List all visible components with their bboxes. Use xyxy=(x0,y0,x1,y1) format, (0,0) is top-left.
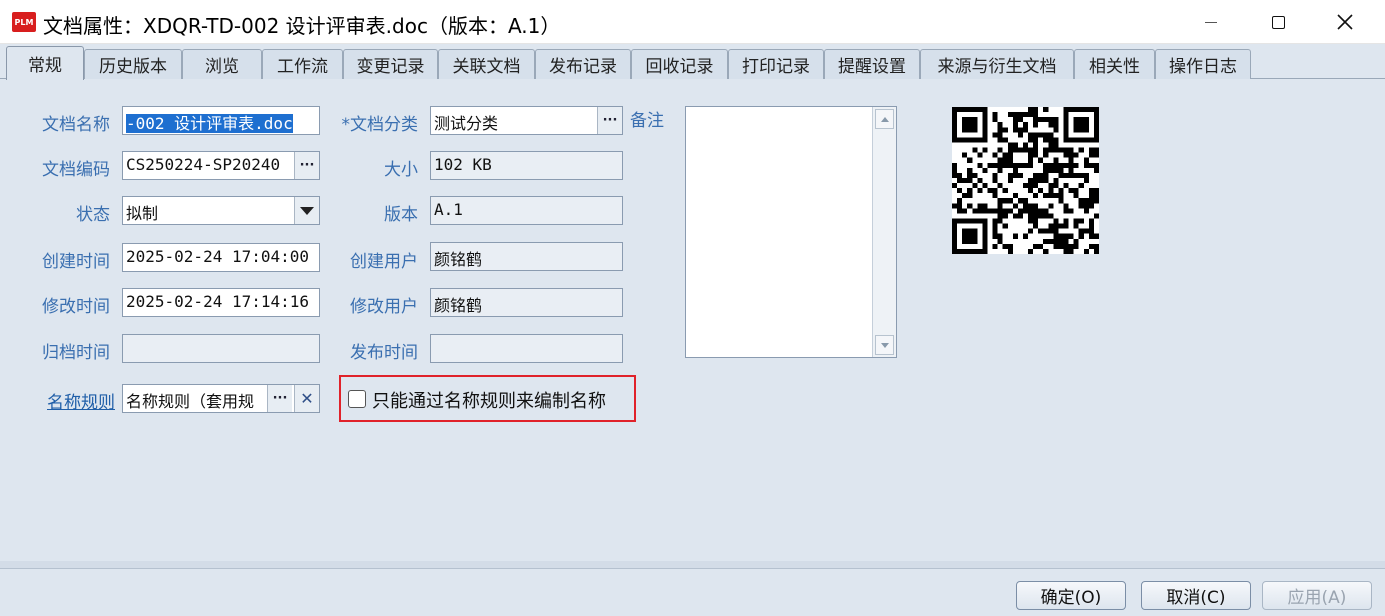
scroll-up-button[interactable] xyxy=(875,109,894,129)
name-rule-value: 名称规则（套用规 xyxy=(126,392,255,411)
modified-time-label: 修改时间 xyxy=(42,297,110,317)
archived-time-input[interactable] xyxy=(122,334,320,363)
remark-scrollbar[interactable] xyxy=(872,107,896,357)
plm-app-icon: PLM xyxy=(12,12,36,32)
tab-workflow[interactable]: 工作流 xyxy=(262,49,343,79)
chevron-down-icon xyxy=(300,206,314,215)
category-label: *文档分类 xyxy=(341,115,419,135)
tab-general[interactable]: 常规 xyxy=(6,46,84,80)
tab-browse[interactable]: 浏览 xyxy=(182,49,262,79)
qr-code xyxy=(952,107,1099,254)
name-rule-only-checkbox-label[interactable]: 只能通过名称规则来编制名称 xyxy=(372,387,606,413)
cancel-button[interactable]: 取消(C) xyxy=(1141,581,1251,610)
archived-time-label: 归档时间 xyxy=(42,343,110,363)
dialog-footer: 确定(O) 取消(C) 应用(A) xyxy=(0,568,1385,616)
apply-button[interactable]: 应用(A) xyxy=(1262,581,1372,610)
minimize-icon xyxy=(1205,21,1217,23)
publish-time-label: 发布时间 xyxy=(350,343,418,363)
tab-relevance[interactable]: 相关性 xyxy=(1074,49,1155,79)
created-time-input[interactable]: 2025-02-24 17:04:00 xyxy=(122,243,320,272)
doc-code-browse-button[interactable]: ··· xyxy=(294,152,319,179)
created-time-label: 创建时间 xyxy=(42,252,110,272)
modified-user-value: 颜铭鹤 xyxy=(434,296,483,315)
category-field[interactable]: 测试分类 ··· xyxy=(430,106,623,135)
created-user-value: 颜铭鹤 xyxy=(434,250,483,269)
size-field: 102 KB xyxy=(430,151,623,180)
name-rule-field[interactable]: 名称规则（套用规 ··· ✕ xyxy=(122,384,320,413)
name-rule-only-checkbox[interactable] xyxy=(348,390,366,408)
tab-recycle-records[interactable]: 回收记录 xyxy=(631,49,728,79)
scroll-down-button[interactable] xyxy=(875,335,894,355)
window-title: 文档属性：XDQR-TD-002 设计评审表.doc（版本：A.1） xyxy=(43,14,561,38)
version-label: 版本 xyxy=(384,205,418,225)
status-label: 状态 xyxy=(76,205,110,225)
size-label: 大小 xyxy=(384,160,418,180)
category-value: 测试分类 xyxy=(434,114,499,133)
modified-user-field: 颜铭鹤 xyxy=(430,288,623,317)
doc-name-value: -002 设计评审表.doc xyxy=(126,114,293,133)
tab-operation-log[interactable]: 操作日志 xyxy=(1155,49,1251,79)
version-field: A.1 xyxy=(430,196,623,225)
version-value: A.1 xyxy=(434,200,463,219)
tab-reminder-settings[interactable]: 提醒设置 xyxy=(824,49,920,79)
ok-button[interactable]: 确定(O) xyxy=(1016,581,1126,610)
doc-code-label: 文档编码 xyxy=(42,160,110,180)
category-browse-button[interactable]: ··· xyxy=(597,107,622,134)
doc-name-label: 文档名称 xyxy=(42,115,110,135)
created-time-value: 2025-02-24 17:04:00 xyxy=(126,247,310,266)
status-dropdown-button[interactable] xyxy=(294,197,319,224)
doc-name-input[interactable]: -002 设计评审表.doc xyxy=(122,106,320,135)
tab-related-docs[interactable]: 关联文档 xyxy=(438,49,535,79)
close-button[interactable] xyxy=(1314,0,1376,44)
arrow-down-icon xyxy=(880,342,889,348)
publish-time-field xyxy=(430,334,623,363)
minimize-button[interactable] xyxy=(1180,0,1242,44)
doc-code-field[interactable]: CS250224-SP20240 ··· xyxy=(122,151,320,180)
remark-textarea[interactable] xyxy=(685,106,897,358)
tab-source-derived-docs[interactable]: 来源与衍生文档 xyxy=(920,49,1074,79)
tab-print-records[interactable]: 打印记录 xyxy=(728,49,824,79)
doc-code-value: CS250224-SP20240 xyxy=(126,155,281,174)
created-user-label: 创建用户 xyxy=(350,252,418,272)
close-icon xyxy=(1337,14,1353,30)
title-bar: PLM 文档属性：XDQR-TD-002 设计评审表.doc（版本：A.1） xyxy=(0,0,1385,44)
maximize-icon xyxy=(1271,15,1285,29)
status-select[interactable]: 拟制 xyxy=(122,196,320,225)
tab-history-versions[interactable]: 历史版本 xyxy=(84,49,182,79)
qr-code-image xyxy=(952,107,1099,254)
status-value: 拟制 xyxy=(126,204,159,223)
size-value: 102 KB xyxy=(434,155,492,174)
created-user-field: 颜铭鹤 xyxy=(430,242,623,271)
name-rule-clear-button[interactable]: ✕ xyxy=(294,385,319,412)
remark-label: 备注 xyxy=(630,111,664,131)
modified-user-label: 修改用户 xyxy=(350,297,418,317)
tab-change-records[interactable]: 变更记录 xyxy=(343,49,438,79)
tab-bar: 常规 历史版本 浏览 工作流 变更记录 关联文档 发布记录 回收记录 打印记录 … xyxy=(0,44,1385,80)
maximize-button[interactable] xyxy=(1247,0,1309,44)
modified-time-input[interactable]: 2025-02-24 17:14:16 xyxy=(122,288,320,317)
modified-time-value: 2025-02-24 17:14:16 xyxy=(126,292,310,311)
tab-publish-records[interactable]: 发布记录 xyxy=(535,49,631,79)
arrow-up-icon xyxy=(880,116,889,122)
name-rule-browse-button[interactable]: ··· xyxy=(267,385,292,412)
name-rule-link[interactable]: 名称规则 xyxy=(18,388,115,413)
